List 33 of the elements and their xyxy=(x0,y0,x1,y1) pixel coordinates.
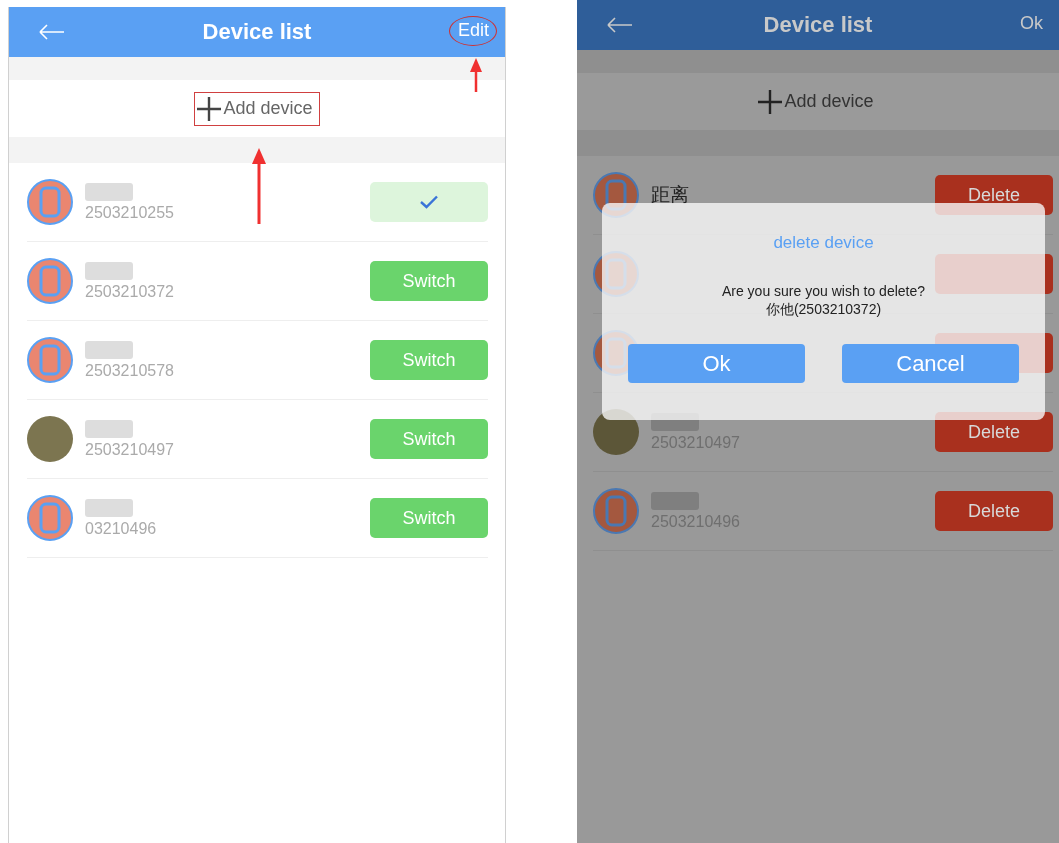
ok-button[interactable]: Ok xyxy=(628,344,805,383)
checkmark-icon xyxy=(420,195,438,209)
dialog-title: delete device xyxy=(773,233,874,253)
header-action-button[interactable]: Ok xyxy=(1016,11,1047,36)
screen-title: Device list xyxy=(763,12,873,38)
watch-avatar-icon xyxy=(27,337,73,383)
switch-button[interactable]: Switch xyxy=(370,419,488,459)
watch-avatar-icon xyxy=(27,179,73,225)
device-number: 2503210497 xyxy=(85,440,175,459)
device-number: 03210496 xyxy=(85,519,158,538)
watch-avatar-icon xyxy=(27,495,73,541)
device-number: 2503210255 xyxy=(85,203,175,222)
device-number: 2503210578 xyxy=(85,361,175,380)
plus-icon xyxy=(758,89,783,114)
watch-avatar-icon xyxy=(593,488,639,534)
watch-avatar-icon xyxy=(27,258,73,304)
screen-title: Device list xyxy=(202,19,312,45)
add-device-button[interactable]: Add device xyxy=(755,84,881,119)
back-arrow-icon[interactable] xyxy=(607,17,633,33)
annotation-arrow xyxy=(469,58,483,92)
photo-placeholder xyxy=(27,416,73,462)
cancel-button[interactable]: Cancel xyxy=(842,344,1019,383)
dialog-message: Are you sure you wish to delete? xyxy=(721,283,926,299)
plus-icon xyxy=(197,96,222,121)
delete-button[interactable]: Delete xyxy=(935,491,1053,531)
switch-button[interactable]: Switch xyxy=(370,261,488,301)
switch-button[interactable]: Switch xyxy=(370,498,488,538)
switch-button[interactable]: Switch xyxy=(370,340,488,380)
dialog-detail: 你他(2503210372) xyxy=(765,301,882,319)
add-device-button[interactable]: Add device xyxy=(194,91,320,126)
device-number: 2503210372 xyxy=(85,282,175,301)
header-action-button[interactable]: Edit xyxy=(453,18,493,43)
device-name: 距离 xyxy=(651,183,690,207)
